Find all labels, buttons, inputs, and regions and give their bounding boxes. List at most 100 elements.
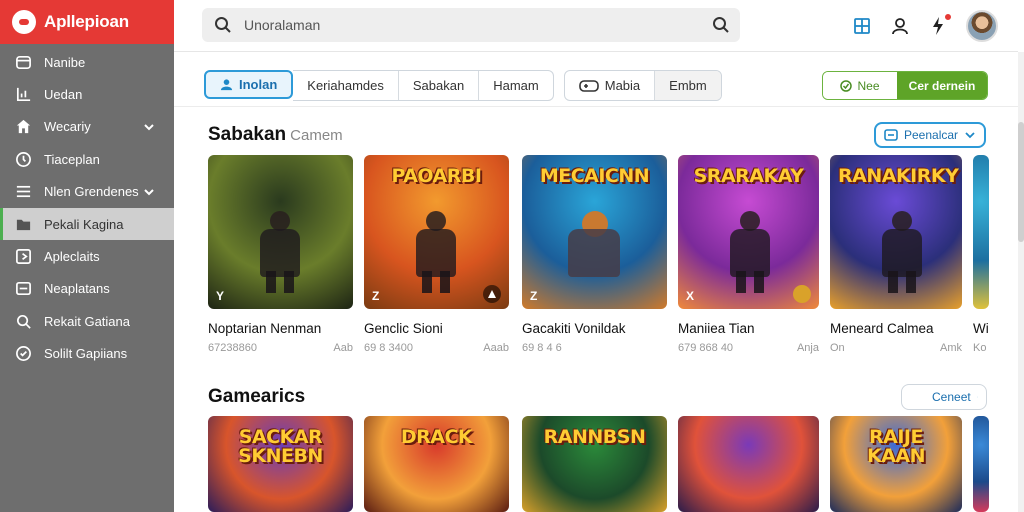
section-action-button[interactable]: Ceneet	[901, 384, 987, 410]
game-thumbnail[interactable]: RANAKIRKY	[830, 155, 962, 309]
game-card[interactable]: RANNBSN	[522, 416, 667, 512]
game-title[interactable]: Wi	[973, 321, 989, 336]
game-card[interactable]	[678, 416, 819, 512]
game-thumbnail[interactable]: SACKAR SKNEBN	[208, 416, 353, 512]
game-thumbnail[interactable]	[973, 155, 989, 309]
game-card[interactable]: SACKAR SKNEBN	[208, 416, 353, 512]
game-meta: 69 8 4 6	[522, 342, 667, 354]
filter-chip-sabakan[interactable]: Sabakan	[399, 71, 480, 100]
gamepad-icon	[578, 79, 599, 92]
search-input[interactable]: Unoralaman	[244, 17, 712, 33]
filter-chip-label: Keriahamdes	[307, 78, 384, 93]
sidebar-item-pekali-kagina[interactable]: Pekali Kagina	[0, 207, 174, 241]
game-card[interactable]: RAIJE KAAN	[830, 416, 962, 512]
search-submit-icon[interactable]	[712, 16, 730, 34]
grid-icon[interactable]	[852, 16, 872, 36]
sidebar-item-nanibe[interactable]: Nanibe	[0, 46, 174, 78]
top-actions	[852, 8, 998, 44]
toggle-option-cer-dernein[interactable]: Cer dernein	[897, 72, 987, 99]
section-title: Gamearics	[208, 386, 305, 408]
user-icon[interactable]	[890, 16, 910, 36]
app-brand[interactable]: Apllepioan	[0, 0, 174, 44]
sidebar-item-rekait-gatiana[interactable]: Rekait Gatiana	[0, 305, 174, 337]
game-card[interactable]: PAOARBI Z Genclic Sioni 69 8 3400 Aaab	[364, 155, 509, 354]
filter-chip-embm[interactable]: Embm	[655, 71, 721, 100]
search-bar[interactable]: Unoralaman	[202, 8, 740, 42]
sidebar-item-wecariy[interactable]: Wecariy	[0, 111, 174, 143]
game-thumbnail[interactable]: MECAICNN Z	[522, 155, 667, 309]
settings-icon	[14, 345, 32, 363]
sidebar-item-neaplatans[interactable]: Neaplatans	[0, 273, 174, 305]
app-name: Apllepioan	[44, 12, 129, 31]
section-title: Sabakan Camem	[208, 124, 343, 146]
game-title[interactable]: Genclic Sioni	[364, 321, 509, 336]
filter-chip-keriahamdes[interactable]: Keriahamdes	[293, 71, 399, 100]
section-title-text: Gamearics	[208, 386, 306, 407]
game-card[interactable]: MECAICNN Z Gacakiti Vonildak 69 8 4 6	[522, 155, 667, 354]
avatar[interactable]	[966, 10, 998, 42]
game-card[interactable]: Wi Ko	[973, 155, 989, 354]
sidebar-item-label: Neaplatans	[44, 281, 110, 297]
share-icon[interactable]	[483, 285, 501, 303]
game-meta: Ko	[973, 342, 989, 354]
game-art-title: PAOARBI	[391, 165, 482, 187]
game-thumbnail[interactable]	[678, 416, 819, 512]
game-title[interactable]: Noptarian Nenman	[208, 321, 353, 336]
game-thumbnail[interactable]: SRARAKAY X	[678, 155, 819, 309]
sidebar-item-uedan[interactable]: Uedan	[0, 78, 174, 110]
game-meta-count: 679 868 40	[678, 342, 734, 354]
chevron-down-icon[interactable]	[142, 120, 156, 134]
game-badge: Z	[372, 289, 380, 303]
export-icon	[14, 248, 32, 266]
game-art-title: DRACK	[400, 426, 473, 448]
sidebar-item-solilt-gapiians[interactable]: Solilt Gapiians	[0, 338, 174, 370]
filter-chip-inolan[interactable]: Inolan	[204, 70, 294, 99]
game-thumbnail[interactable]: RAIJE KAAN	[830, 416, 962, 512]
game-thumbnail[interactable]: DRACK	[364, 416, 509, 512]
game-meta-count: 67238860	[208, 342, 257, 354]
game-meta: 67238860 Aab	[208, 342, 353, 354]
user-icon	[220, 79, 233, 91]
sidebar-item-tiaceplan[interactable]: Tiaceplan	[0, 143, 174, 175]
clock-icon	[14, 150, 32, 168]
filter-chip-label: Inolan	[239, 77, 278, 92]
sidebar-item-label: Pekali Kagina	[44, 216, 124, 232]
game-title[interactable]: Meneard Calmea	[830, 321, 962, 336]
toggle-option-nee[interactable]: Nee	[823, 72, 897, 99]
section-action-label: Ceneet	[932, 390, 971, 404]
game-title[interactable]: Maniiea Tian	[678, 321, 819, 336]
filter-chip-label: Hamam	[493, 78, 539, 93]
character-art	[874, 211, 930, 293]
notification-icon[interactable]	[928, 12, 953, 36]
game-card[interactable]: RANAKIRKY Meneard Calmea On Amk	[830, 155, 962, 354]
filter-chip-hamam[interactable]: Hamam	[479, 71, 553, 100]
sidebar-item-label: Apleclaits	[44, 249, 100, 265]
game-card[interactable]: Y Noptarian Nenman 67238860 Aab	[208, 155, 353, 354]
sidebar-item-apleclaits[interactable]: Apleclaits	[0, 240, 174, 272]
game-meta: 69 8 3400 Aaab	[364, 342, 509, 354]
game-thumbnail[interactable]: Y	[208, 155, 353, 309]
scrollbar-thumb[interactable]	[1018, 122, 1024, 242]
game-thumbnail[interactable]	[973, 416, 989, 512]
sidebar-item-label: Tiaceplan	[44, 151, 100, 167]
section-action-button[interactable]: Peenalcar	[874, 122, 987, 148]
game-art-title: SACKAR SKNEBN	[238, 426, 323, 467]
game-meta: On Amk	[830, 342, 962, 354]
game-thumbnail[interactable]: PAOARBI Z	[364, 155, 509, 309]
game-card[interactable]: DRACK	[364, 416, 509, 512]
game-title[interactable]: Gacakiti Vonildak	[522, 321, 667, 336]
game-meta-tag: Aaab	[483, 342, 509, 354]
coin-icon	[793, 285, 811, 303]
game-card[interactable]: SRARAKAY X Maniiea Tian 679 868 40 Anja	[678, 155, 819, 354]
filter-bar: Inolan Keriahamdes Sabakan Hamam Mabia E…	[204, 70, 722, 101]
sidebar-item-nlen-grendenes[interactable]: Nlen Grendenes	[0, 176, 174, 208]
game-thumbnail[interactable]: RANNBSN	[522, 416, 667, 512]
chevron-down-icon[interactable]	[142, 185, 156, 199]
game-badge: Z	[530, 289, 538, 303]
character-art	[558, 211, 630, 291]
filter-chip-mabia[interactable]: Mabia	[565, 71, 656, 100]
sidebar-item-label: Nlen Grendenes	[44, 184, 139, 200]
filter-chip-label: Sabakan	[412, 78, 465, 93]
scrollbar[interactable]	[1018, 52, 1024, 512]
game-card[interactable]	[973, 416, 989, 512]
